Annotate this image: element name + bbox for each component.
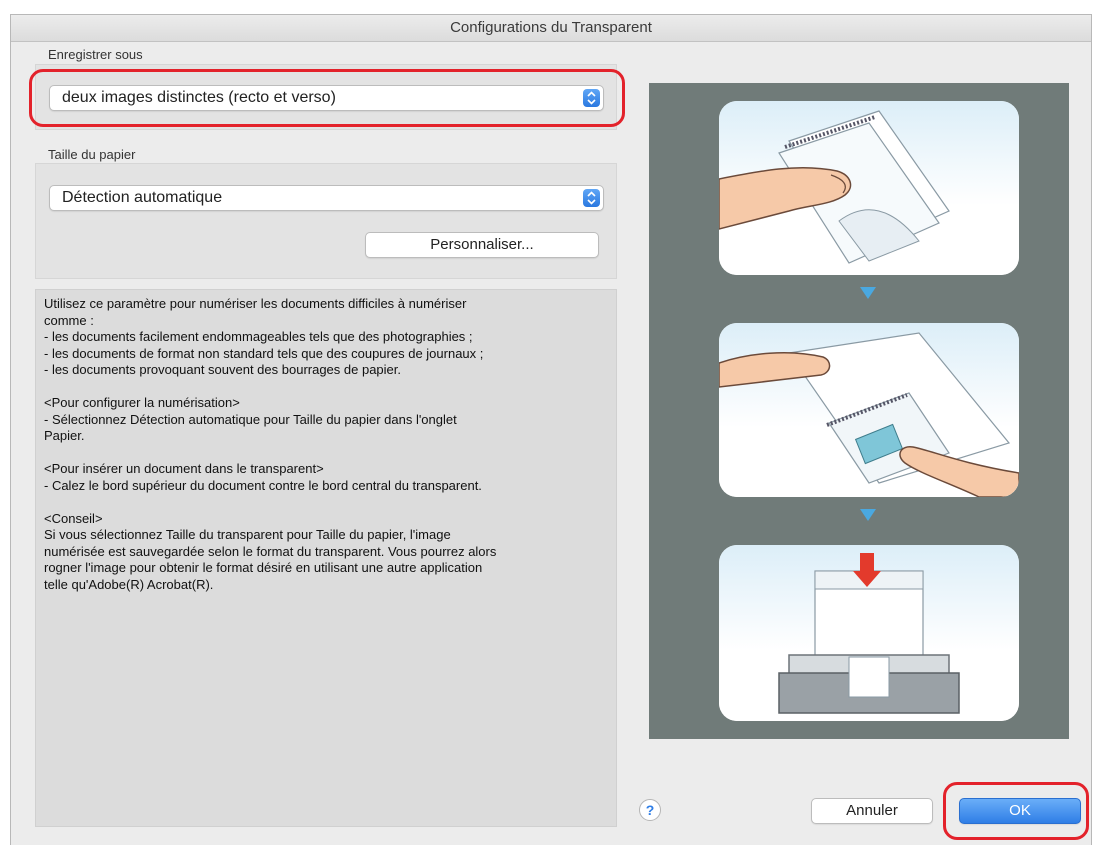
description-line: Papier. bbox=[44, 428, 85, 443]
description-line: rogner l'image pour obtenir le format dé… bbox=[44, 560, 483, 575]
cancel-button[interactable]: Annuler bbox=[811, 798, 933, 824]
description-line: - les documents de format non standard t… bbox=[44, 345, 484, 361]
ok-highlight-ring bbox=[943, 782, 1089, 840]
carrier-sheet-illustration bbox=[649, 83, 1069, 739]
step-insert-document-image bbox=[719, 323, 1019, 497]
description-line: comme : bbox=[44, 312, 94, 328]
description-line: - Sélectionnez Détection automatique pou… bbox=[44, 411, 457, 427]
description-line: <Pour configurer la numérisation> bbox=[44, 395, 240, 410]
description-line bbox=[44, 445, 608, 462]
description-line bbox=[44, 494, 608, 511]
description-line: - les documents provoquant souvent des b… bbox=[44, 362, 402, 377]
description-panel: Utilisez ce paramètre pour numériser les… bbox=[35, 289, 617, 827]
description-line: telle qu'Adobe(R) Acrobat(R). bbox=[44, 576, 214, 592]
description-line: Utilisez ce paramètre pour numériser les… bbox=[44, 296, 467, 311]
description-line bbox=[44, 379, 608, 396]
description-line: <Conseil> bbox=[44, 510, 103, 526]
description-line: numérisée est sauvegardée selon le forma… bbox=[44, 543, 497, 559]
window-title: Configurations du Transparent bbox=[11, 15, 1091, 42]
customize-button[interactable]: Personnaliser... bbox=[365, 232, 599, 258]
save-as-label: Enregistrer sous bbox=[48, 47, 143, 62]
description-line: Si vous sélectionnez Taille du transpare… bbox=[44, 527, 451, 542]
description-line: <Pour insérer un document dans le transp… bbox=[44, 461, 324, 476]
paper-size-selected-value: Détection automatique bbox=[62, 189, 223, 206]
paper-size-panel bbox=[35, 163, 617, 279]
down-arrow-icon bbox=[860, 287, 876, 299]
description-line: - Calez le bord supérieur du document co… bbox=[44, 477, 482, 493]
select-stepper-icon bbox=[583, 189, 600, 207]
step-open-carrier-image bbox=[719, 101, 1019, 275]
save-as-highlight-ring bbox=[29, 69, 625, 127]
paper-size-select[interactable]: Détection automatique bbox=[49, 185, 604, 211]
step-load-scanner-image bbox=[719, 545, 1019, 721]
paper-size-label: Taille du papier bbox=[48, 147, 136, 162]
help-button[interactable]: ? bbox=[639, 799, 661, 821]
dialog-window: Configurations du Transparent Enregistre… bbox=[10, 14, 1092, 845]
description-line: - les documents facilement endommageable… bbox=[44, 329, 473, 344]
down-arrow-icon bbox=[860, 509, 876, 521]
